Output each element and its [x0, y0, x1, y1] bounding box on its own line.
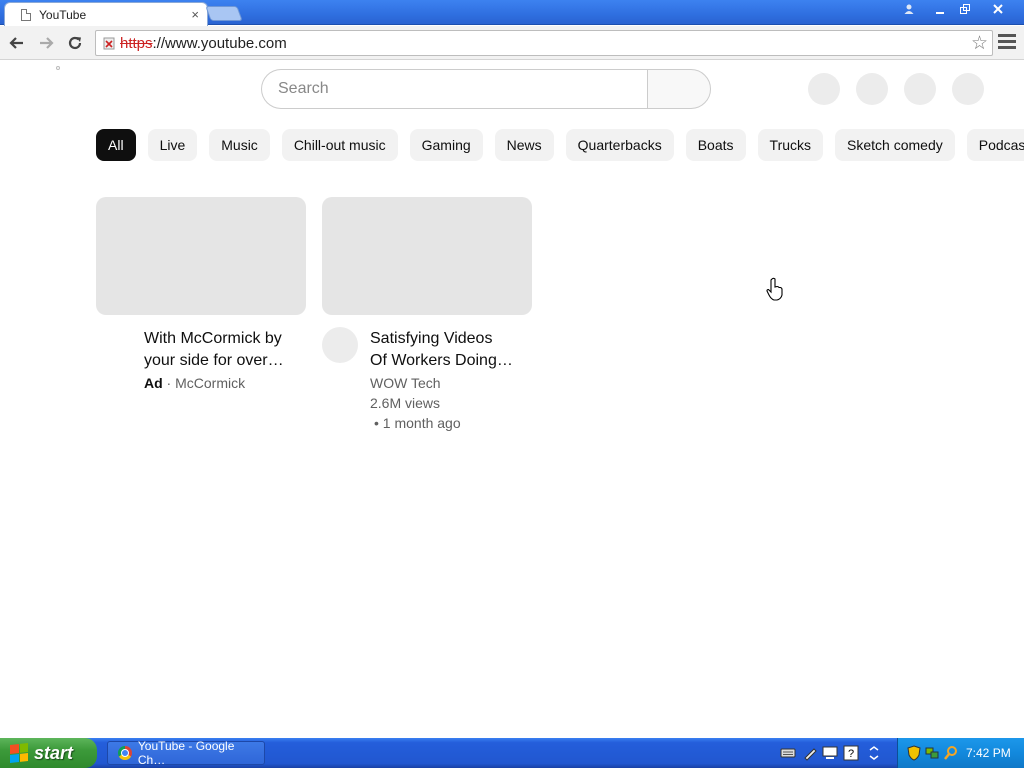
- category-chip[interactable]: Music: [209, 129, 270, 161]
- browser-tab[interactable]: YouTube ×: [4, 2, 208, 26]
- category-chip[interactable]: Chill-out music: [281, 129, 398, 161]
- channel-name[interactable]: McCormick: [175, 375, 245, 391]
- windows-logo-icon: [10, 743, 28, 763]
- restore-window-button[interactable]: [953, 0, 977, 17]
- tab-close-button[interactable]: ×: [191, 7, 199, 22]
- start-label: start: [34, 742, 74, 763]
- url-text: https://www.youtube.com: [120, 35, 287, 52]
- url-scheme: https: [120, 35, 153, 52]
- search-input[interactable]: [261, 69, 648, 109]
- video-title-line: Satisfying Videos: [370, 330, 493, 347]
- video-title[interactable]: Satisfying Videos Of Workers Doing…: [370, 328, 530, 372]
- expand-tray-icon[interactable]: [866, 745, 882, 761]
- category-chip[interactable]: Boats: [685, 129, 746, 161]
- taskbar-window-label: YouTube - Google Ch…: [137, 739, 235, 767]
- keyboard-icon[interactable]: [780, 745, 796, 761]
- taskbar-chrome-window[interactable]: YouTube - Google Ch…: [107, 739, 265, 767]
- channel-avatar[interactable]: [322, 327, 358, 363]
- ad-badge: Ad: [144, 375, 163, 391]
- category-chip[interactable]: Live: [147, 129, 198, 161]
- category-chip[interactable]: All: [96, 129, 136, 161]
- meta-separator: ·: [162, 375, 176, 391]
- header-button-placeholder[interactable]: [808, 73, 840, 105]
- forward-arrow-icon[interactable]: [34, 31, 58, 55]
- new-tab-button[interactable]: [205, 6, 243, 21]
- category-chip[interactable]: Trucks: [757, 129, 824, 161]
- browser-titlebar: YouTube ×: [0, 0, 1024, 26]
- user-profile-icon[interactable]: [897, 0, 921, 17]
- hand-cursor-icon: [766, 277, 784, 307]
- start-button[interactable]: start: [0, 738, 97, 768]
- video-card[interactable]: With McCormick by your side for over… Ad…: [96, 197, 306, 391]
- help-icon[interactable]: ?: [843, 745, 859, 761]
- url-host: ://www.youtube.com: [152, 35, 287, 52]
- close-window-button[interactable]: [980, 0, 1016, 17]
- security-shield-icon[interactable]: [906, 745, 922, 761]
- category-chip[interactable]: Gaming: [409, 129, 483, 161]
- minimize-window-button[interactable]: [928, 0, 952, 17]
- header-button-placeholder[interactable]: [952, 73, 984, 105]
- channel-name[interactable]: WOW Tech: [370, 373, 540, 393]
- search-icon[interactable]: [943, 745, 959, 761]
- chrome-icon: [118, 746, 132, 760]
- back-arrow-icon[interactable]: [5, 31, 29, 55]
- reload-icon[interactable]: [63, 31, 87, 55]
- browser-toolbar: https://www.youtube.com ☆: [0, 26, 1024, 60]
- insecure-lock-icon[interactable]: [102, 36, 116, 50]
- address-bar[interactable]: https://www.youtube.com ☆: [95, 30, 993, 56]
- menu-icon[interactable]: [998, 34, 1016, 52]
- pen-tool-icon[interactable]: [802, 745, 818, 761]
- tab-title: YouTube: [39, 7, 87, 22]
- category-chip[interactable]: Quarterbacks: [565, 129, 674, 161]
- video-title-line: Of Workers Doing…: [370, 352, 513, 369]
- bookmark-star-icon[interactable]: ☆: [971, 32, 988, 55]
- clock: 7:42 PM: [966, 746, 1011, 760]
- video-thumbnail[interactable]: [322, 197, 532, 315]
- ad-meta: Ad · McCormick: [144, 373, 314, 393]
- category-chip-bar: All Live Music Chill-out music Gaming News Qua…: [96, 129, 1024, 161]
- header-button-placeholder[interactable]: [856, 73, 888, 105]
- header-button-placeholder[interactable]: [904, 73, 936, 105]
- search-bar: [261, 69, 711, 109]
- youtube-page: All Live Music Chill-out music Gaming News Qua…: [0, 61, 1024, 737]
- network-icon[interactable]: [924, 745, 940, 761]
- category-chip[interactable]: Sketch comedy: [835, 129, 955, 161]
- search-button[interactable]: [647, 69, 711, 109]
- video-title-line: your side for over…: [144, 352, 284, 369]
- svg-text:?: ?: [848, 748, 854, 760]
- display-icon[interactable]: [822, 745, 838, 761]
- system-tray: 7:42 PM: [897, 738, 1024, 768]
- category-chip[interactable]: Podcasts: [966, 129, 1024, 161]
- video-card[interactable]: Satisfying Videos Of Workers Doing… WOW …: [322, 197, 532, 431]
- guide-placeholder-dot: [56, 66, 60, 70]
- windows-taskbar: start YouTube - Google Ch… ? 7:42 PM: [0, 738, 1024, 768]
- video-title-line: With McCormick by: [144, 330, 282, 347]
- page-icon: [21, 8, 31, 21]
- upload-age: • 1 month ago: [374, 415, 461, 431]
- category-chip[interactable]: News: [494, 129, 554, 161]
- video-title[interactable]: With McCormick by your side for over…: [144, 328, 304, 372]
- video-thumbnail[interactable]: [96, 197, 306, 315]
- view-count: 2.6M views: [370, 395, 441, 411]
